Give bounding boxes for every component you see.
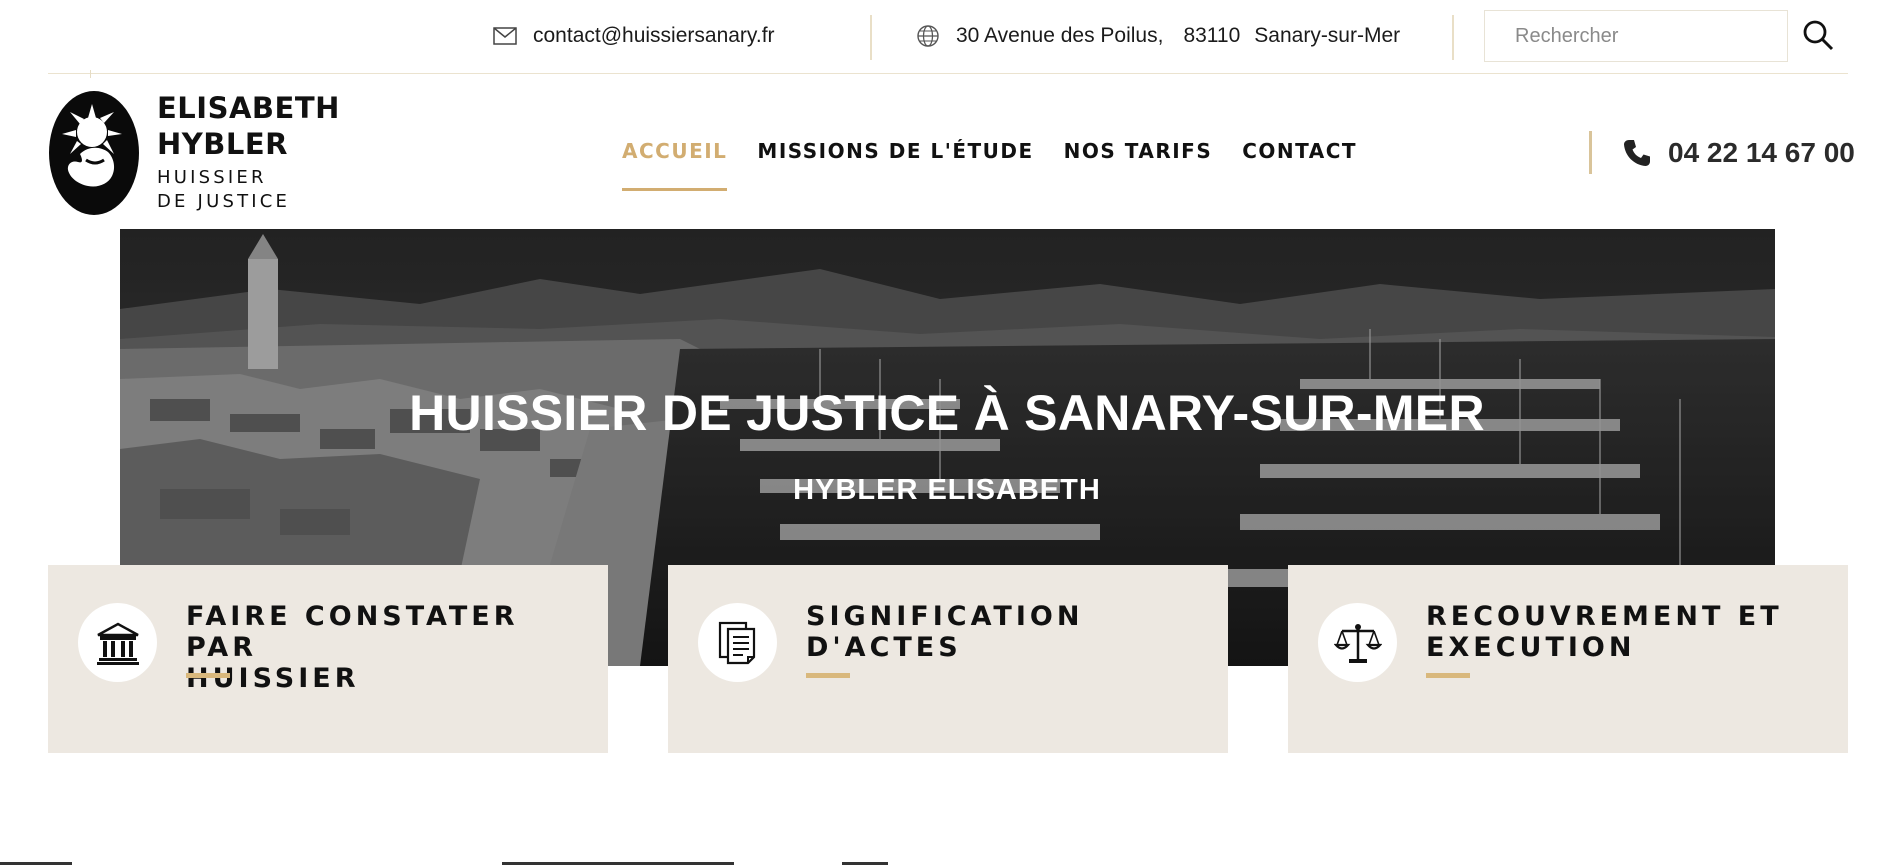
phone-number[interactable]: 04 22 14 67 00 [1668,137,1855,169]
search-input[interactable] [1484,10,1788,62]
globe-icon [917,25,939,47]
service-title[interactable]: RECOUVREMENT ET EXECUTION [1426,601,1836,663]
phone-divider [1589,131,1592,174]
service-title-line1: SIGNIFICATION [806,601,1084,632]
hero-title: HUISSIER DE JUSTICE À SANARY-SUR-MER [409,385,1485,441]
top-bar-tick [90,70,91,78]
brand-name-line1: ELISABETH [157,91,340,125]
topbar-divider [1452,15,1454,60]
brand-name[interactable]: ELISABETH HYBLER [157,90,377,162]
documents-icon [718,621,755,664]
service-card-recouvrement[interactable]: RECOUVREMENT ET EXECUTION [1288,565,1848,753]
service-title[interactable]: SIGNIFICATION D'ACTES [806,601,1216,663]
service-accent-bar [186,673,230,678]
address-city: Sanary-sur-Mer [1254,24,1401,47]
service-icon-circle [698,603,777,682]
contact-email[interactable]: contact@huissiersanary.fr [533,24,775,48]
address-street: 30 Avenue des Poilus, [956,24,1164,47]
service-accent-bar [806,673,850,678]
service-title-line2: HUISSIER [186,663,360,694]
nav-item-contact[interactable]: CONTACT [1242,135,1357,191]
courthouse-icon [96,622,139,665]
service-card-constat[interactable]: FAIRE CONSTATER PAR HUISSIER [48,565,608,753]
brand-tagline-line2: DE JUSTICE [157,191,291,212]
magnifier-icon [1803,20,1834,51]
page-bottom-edge [0,861,1894,865]
contact-address: 30 Avenue des Poilus, 83110 Sanary-sur-M… [916,20,1400,52]
service-title[interactable]: FAIRE CONSTATER PAR HUISSIER [186,601,596,694]
brand-tagline: HUISSIER DE JUSTICE [157,166,357,214]
phone-icon [1624,140,1650,166]
search-button[interactable] [1801,18,1835,52]
service-card-signification[interactable]: SIGNIFICATION D'ACTES [668,565,1228,753]
address-zip: 83110 [1183,24,1241,47]
service-title-line1: RECOUVREMENT ET [1426,601,1783,632]
contact-email-link[interactable]: contact@huissiersanary.fr [493,20,775,52]
brand-logo[interactable] [48,90,140,216]
phone-link[interactable]: 04 22 14 67 00 [1622,136,1855,170]
service-icon-circle [78,603,157,682]
hero-subtitle: HYBLER ELISABETH [793,474,1101,506]
scales-icon [1333,623,1382,663]
nav-item-tarifs[interactable]: NOS TARIFS [1064,135,1213,191]
nav-item-missions[interactable]: MISSIONS DE L'ÉTUDE [757,135,1033,191]
envelope-icon [493,27,517,45]
service-title-line2: D'ACTES [806,632,962,663]
nav-item-accueil[interactable]: ACCUEIL [622,135,728,191]
service-accent-bar [1426,673,1470,678]
main-nav: ACCUEIL MISSIONS DE L'ÉTUDE NOS TARIFS C… [622,135,1387,191]
service-title-line2: EXECUTION [1426,632,1636,663]
brand-tagline-line1: HUISSIER [157,167,267,188]
brand-name-line2: HYBLER [157,127,288,161]
service-title-line1: FAIRE CONSTATER PAR [186,601,519,663]
topbar-divider [870,15,872,60]
service-icon-circle [1318,603,1397,682]
